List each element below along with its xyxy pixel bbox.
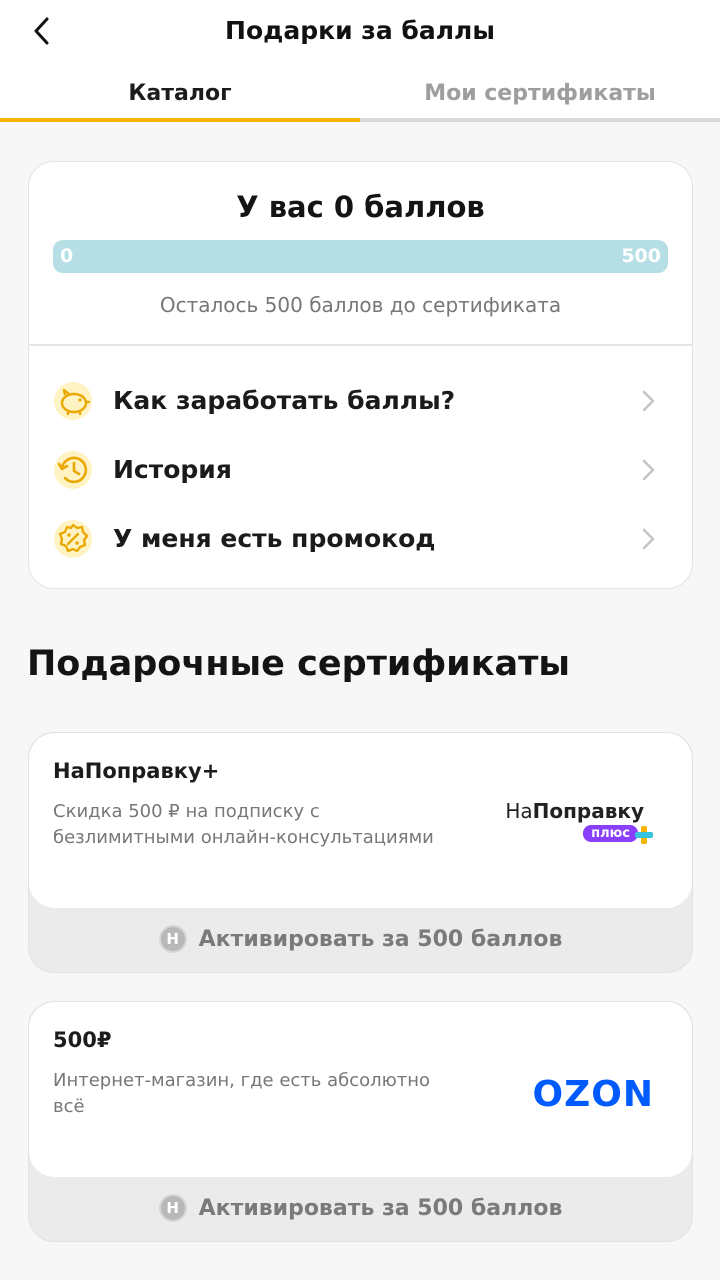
menu-item-label: История — [113, 455, 232, 484]
header: Подарки за баллы — [0, 0, 720, 66]
activate-button-label: Активировать за 500 баллов — [198, 1195, 563, 1221]
certificate-info: 500₽ Интернет-магазин, где есть абсолютн… — [29, 1002, 692, 1177]
activate-button[interactable]: Н Активировать за 500 баллов — [29, 906, 692, 972]
activate-button[interactable]: Н Активировать за 500 баллов — [29, 1175, 692, 1241]
tab-catalog[interactable]: Каталог — [0, 66, 360, 122]
logo-text: НаПоправку — [505, 799, 644, 823]
points-coin-icon: Н — [158, 1194, 187, 1222]
points-coin-icon: Н — [158, 925, 187, 953]
menu-item-history[interactable]: История — [29, 439, 692, 501]
menu-item-how-to-earn[interactable]: Как заработать баллы? — [29, 370, 692, 432]
progress-min-label: 0 — [60, 245, 74, 267]
certificate-description: Интернет-магазин, где есть абсолютно всё — [53, 1070, 431, 1117]
tab-bar: Каталог Мои сертификаты — [0, 66, 720, 122]
logo-badge: плюс — [583, 825, 638, 842]
history-icon — [54, 451, 92, 489]
progress-max-label: 500 — [621, 245, 661, 267]
piggy-bank-icon — [54, 382, 92, 420]
certificate-name: НаПоправку+ — [53, 759, 220, 783]
certificate-card-napopravku[interactable]: НаПоправку+ Скидка 500 ₽ на подписку с б… — [28, 732, 693, 973]
points-progress-bar: 0 500 — [53, 240, 668, 273]
menu-item-promocode[interactable]: У меня есть промокод — [29, 508, 692, 570]
points-remaining-text: Осталось 500 баллов до сертификата — [159, 293, 562, 317]
napopravku-logo: НаПоправку плюс — [505, 799, 656, 849]
certificate-card-ozon[interactable]: 500₽ Интернет-магазин, где есть абсолютн… — [28, 1001, 693, 1242]
points-balance-title: У вас 0 баллов — [236, 190, 485, 224]
chevron-right-icon — [642, 390, 655, 412]
section-title: Подарочные сертификаты — [27, 644, 571, 684]
ozon-logo: OZON — [532, 1074, 654, 1115]
divider — [29, 344, 692, 346]
activate-button-label: Активировать за 500 баллов — [198, 926, 563, 952]
chevron-right-icon — [642, 459, 655, 481]
certificate-description: Скидка 500 ₽ на подписку с безлимитными … — [53, 801, 434, 848]
tab-my-certificates[interactable]: Мои сертификаты — [360, 66, 720, 122]
menu-item-label: Как заработать баллы? — [113, 386, 456, 415]
certificate-info: НаПоправку+ Скидка 500 ₽ на подписку с б… — [29, 733, 692, 908]
plus-icon — [635, 826, 653, 844]
certificate-name: 500₽ — [53, 1028, 112, 1052]
points-card: У вас 0 баллов 0 500 Осталось 500 баллов… — [28, 161, 693, 589]
menu-item-label: У меня есть промокод — [113, 524, 436, 553]
chevron-right-icon — [642, 528, 655, 550]
promo-percent-icon — [54, 520, 92, 558]
page-title: Подарки за баллы — [225, 16, 495, 45]
